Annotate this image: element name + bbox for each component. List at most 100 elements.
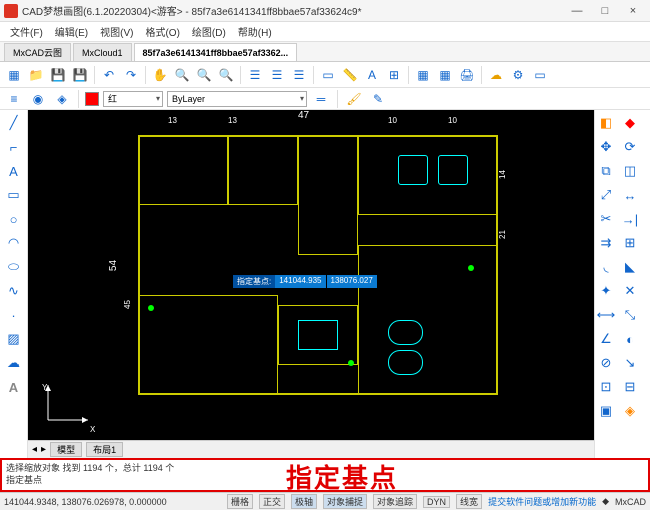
dim-diameter-icon[interactable]: ⊘	[595, 352, 617, 374]
3d-cube-icon[interactable]: ▣	[595, 400, 617, 422]
new-file-icon[interactable]: ▦	[4, 65, 24, 85]
leader-icon[interactable]: ↘	[619, 352, 641, 374]
toggle-polar[interactable]: 极轴	[291, 494, 317, 509]
menu-help[interactable]: 帮助(H)	[232, 24, 278, 39]
properties-icon[interactable]: ▭	[318, 65, 338, 85]
maximize-button[interactable]: □	[592, 2, 618, 20]
block-icon[interactable]: ▦	[413, 65, 433, 85]
minimize-button[interactable]: —	[564, 2, 590, 20]
layers2-icon[interactable]: ☰	[267, 65, 287, 85]
print-icon[interactable]: 🖨	[457, 65, 477, 85]
toggle-ortho[interactable]: 正交	[259, 494, 285, 509]
line-tool-icon[interactable]: ╱	[3, 112, 25, 134]
hatch-tool-icon[interactable]: ▨	[3, 328, 25, 350]
mtext-tool-icon[interactable]: A	[3, 376, 25, 398]
misc1-icon[interactable]: ⊡	[595, 376, 617, 398]
fillet-icon[interactable]: ◟	[595, 256, 617, 278]
toggle-otrack[interactable]: 对象追踪	[373, 494, 417, 509]
settings-icon[interactable]: ⚙	[508, 65, 528, 85]
spline-tool-icon[interactable]: ∿	[3, 280, 25, 302]
zoom-extent-icon[interactable]: 🔍	[216, 65, 236, 85]
linetype-dropdown[interactable]: ByLayer	[167, 91, 307, 107]
open-file-icon[interactable]: 📁	[26, 65, 46, 85]
save-icon[interactable]: 💾	[48, 65, 68, 85]
tab-current-doc[interactable]: 85f7a3e6141341ff8bbae57af3362...	[134, 43, 298, 61]
toggle-osnap[interactable]: 对象捕捉	[323, 494, 367, 509]
misc2-icon[interactable]: ⊟	[619, 376, 641, 398]
menu-view[interactable]: 视图(V)	[94, 24, 139, 39]
tab-model[interactable]: 模型	[50, 442, 82, 457]
scale-icon[interactable]: ⤢	[595, 184, 617, 206]
offset-icon[interactable]: ⇉	[595, 232, 617, 254]
insert-icon[interactable]: ▦	[435, 65, 455, 85]
dim-style-icon[interactable]: ⊞	[384, 65, 404, 85]
explode-icon[interactable]: ✦	[595, 280, 617, 302]
palette-icon[interactable]: ◆	[619, 112, 641, 134]
chamfer-icon[interactable]: ◣	[619, 256, 641, 278]
render-icon[interactable]: ◈	[619, 400, 641, 422]
tab-mxcad-cloud[interactable]: MxCAD云图	[4, 43, 71, 61]
dim-angular-icon[interactable]: ∠	[595, 328, 617, 350]
zoom-out-icon[interactable]: 🔍	[194, 65, 214, 85]
copy-icon[interactable]: ⧉	[595, 160, 617, 182]
feedback-link[interactable]: 提交软件问题或增加新功能	[488, 495, 596, 508]
dim-radius-icon[interactable]: ◐	[619, 328, 641, 350]
measure-icon[interactable]: 📏	[340, 65, 360, 85]
export-icon[interactable]: ▭	[530, 65, 550, 85]
rectangle-tool-icon[interactable]: ▭	[3, 184, 25, 206]
close-button[interactable]: ×	[620, 2, 646, 20]
layer-icon[interactable]: ◈	[52, 89, 72, 109]
pan-icon[interactable]: ✋	[150, 65, 170, 85]
command-text: 选择缩放对象 找到 1194 个，总计 1194 个 指定基点	[2, 463, 174, 486]
erase-icon[interactable]: ✕	[619, 280, 641, 302]
workspace: ╱ ⌐ A ▭ ○ ◠ ⬭ ∿ · ▨ ☁ A 13 13 47 10 10 4…	[0, 110, 650, 458]
redo-icon[interactable]: ↷	[121, 65, 141, 85]
tab-layout1[interactable]: 布局1	[86, 442, 123, 457]
undo-icon[interactable]: ↶	[99, 65, 119, 85]
toggle-grid[interactable]: 栅格	[227, 494, 253, 509]
menu-file[interactable]: 文件(F)	[4, 24, 49, 39]
command-line[interactable]: 选择缩放对象 找到 1194 个，总计 1194 个 指定基点 指定基点	[0, 458, 650, 492]
rotate-icon[interactable]: ⟳	[619, 136, 641, 158]
ellipse-tool-icon[interactable]: ⬭	[3, 256, 25, 278]
move-icon[interactable]: ✥	[595, 136, 617, 158]
array-icon[interactable]: ⊞	[619, 232, 641, 254]
tab-nav-right[interactable]: ▸	[41, 444, 46, 455]
tab-nav-left[interactable]: ◂	[32, 444, 37, 455]
dim-linear-icon[interactable]: ⟷	[595, 304, 617, 326]
paint-icon[interactable]: 🖌	[344, 89, 364, 109]
layer-dropdown-icon[interactable]: ≡	[4, 89, 24, 109]
circle-tool-icon[interactable]: ○	[3, 208, 25, 230]
toggle-dyn[interactable]: DYN	[423, 496, 450, 508]
menu-edit[interactable]: 编辑(E)	[49, 24, 94, 39]
toggle-lineweight[interactable]: 线宽	[456, 494, 482, 509]
layers3-icon[interactable]: ☰	[289, 65, 309, 85]
color-swatch[interactable]	[85, 92, 99, 106]
menu-format[interactable]: 格式(O)	[139, 24, 185, 39]
trim-icon[interactable]: ✂	[595, 208, 617, 230]
brush-icon[interactable]: ✎	[368, 89, 388, 109]
lineweight-icon[interactable]: ═	[311, 89, 331, 109]
saveas-icon[interactable]: 💾	[70, 65, 90, 85]
dim: 14	[498, 170, 507, 179]
drawing-canvas[interactable]: 13 13 47 10 10 45 54 14 21	[28, 110, 594, 440]
dim-aligned-icon[interactable]: ⤡	[619, 304, 641, 326]
polyline-tool-icon[interactable]: ⌐	[3, 136, 25, 158]
arc-tool-icon[interactable]: ◠	[3, 232, 25, 254]
layer-visibility-icon[interactable]: ◉	[28, 89, 48, 109]
dim: 13	[228, 116, 237, 125]
point-tool-icon[interactable]: ·	[3, 304, 25, 326]
cloud-icon[interactable]: ☁	[486, 65, 506, 85]
menu-draw[interactable]: 绘图(D)	[186, 24, 232, 39]
cloud-shape-tool-icon[interactable]: ☁	[3, 352, 25, 374]
layers-icon[interactable]: ☰	[245, 65, 265, 85]
tab-mxcloud1[interactable]: MxCloud1	[73, 43, 132, 61]
stretch-icon[interactable]: ↔	[619, 184, 641, 206]
color-dropdown[interactable]: 红	[103, 91, 163, 107]
zoom-in-icon[interactable]: 🔍	[172, 65, 192, 85]
mirror-icon[interactable]: ◫	[619, 160, 641, 182]
extend-icon[interactable]: →|	[619, 208, 641, 230]
text-style-icon[interactable]: A	[362, 65, 382, 85]
text-tool-icon[interactable]: A	[3, 160, 25, 182]
cube-view-icon[interactable]: ◧	[595, 112, 617, 134]
